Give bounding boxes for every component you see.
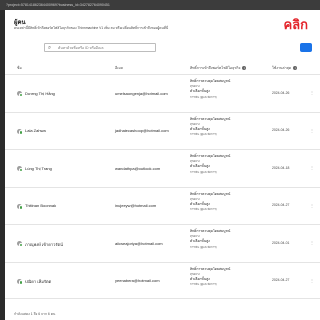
person-email: wandathpa@outlook.com xyxy=(115,165,161,171)
person-icon xyxy=(17,91,23,97)
person-name[interactable]: Lala Zahwa xyxy=(25,128,46,133)
last-active-date: 2024-04-01 xyxy=(272,240,290,245)
access-cell: สิทธิ์การควบคุมโดยสมบูรณ์ ทุกอย่าง ตัวเล… xyxy=(190,192,270,213)
footer-count: กำลังแสดง 1 ถึง 6 จาก 6 คน xyxy=(14,312,56,316)
task-detail: การเงิน (ดูและจัดการ) xyxy=(190,94,217,99)
person-icon xyxy=(17,166,23,172)
people-table: Dương Thị Hằng umelsaongenja@hotmail.com… xyxy=(5,74,320,299)
info-icon[interactable]: i xyxy=(293,66,298,71)
person-email: jadhaiecashoop@hotmail.com xyxy=(115,128,169,133)
access-cell: สิทธิ์การควบคุมโดยสมบูรณ์ ทุกอย่าง ตัวเล… xyxy=(190,117,270,138)
person-name[interactable]: Dương Thị Hằng xyxy=(25,91,55,96)
last-active-date: 2024-04-27 xyxy=(272,278,290,282)
header-last-active: ใช้งานล่าสุด i xyxy=(272,66,298,71)
more-icon[interactable]: ⋮ xyxy=(310,203,314,208)
task-detail: การเงิน (ดูและจัดการ) xyxy=(190,244,217,249)
table-row[interactable]: Lala Zahwa jadhaiecashoop@hotmail.com สิ… xyxy=(5,111,320,150)
last-active-date: 2024-04-18 xyxy=(272,165,290,170)
table-header: ชื่อ อีเมล สิทธิ์การเข้าถึงพอร์ตโฟลิโอธุ… xyxy=(5,60,320,73)
header-email: อีเมล xyxy=(115,66,123,70)
table-row[interactable]: ภาณุพงษ์ เข้าดาวรัตน์ aiicseajoriya@hotm… xyxy=(5,224,320,262)
more-icon[interactable]: ⋮ xyxy=(310,240,314,245)
task-detail: การเงิน (ดูและจัดการ) xyxy=(190,207,217,212)
search-placeholder: ค้นหาด้วยชื่อหรือ ID หรืออีเมล xyxy=(58,46,104,50)
page-subtitle: คนเหล่านี้มีสิทธิ์เข้าถึงพอร์ตโฟลิโอธุรก… xyxy=(14,26,169,30)
person-email: aiicseajoriya@hotmail.com xyxy=(115,240,163,246)
access-cell: สิทธิ์การควบคุมโดยสมบูรณ์ ทุกอย่าง ตัวเล… xyxy=(190,229,270,250)
person-icon xyxy=(17,241,23,247)
access-cell: สิทธิ์การควบคุมโดยสมบูรณ์ ทุกอย่าง ตัวเล… xyxy=(190,154,270,175)
access-cell: สิทธิ์การควบคุมโดยสมบูรณ์ ทุกอย่าง ตัวเล… xyxy=(190,267,270,288)
brand-watermark: คลิก xyxy=(283,17,308,32)
person-email: umelsaongenja@hotmail.com xyxy=(115,90,168,96)
last-active-date: 2024-04-26 xyxy=(272,128,290,132)
header-access: สิทธิ์การเข้าถึงพอร์ตโฟลิโอธุรกิจ i xyxy=(190,66,247,71)
person-email: yeenabera@hotmail.com xyxy=(115,278,160,283)
person-icon xyxy=(17,278,23,285)
last-active-date: 2024-04-27 xyxy=(272,203,290,207)
search-icon: ⌕ xyxy=(48,45,52,51)
access-cell: สิทธิ์การควบคุมโดยสมบูรณ์ ทุกอย่าง ตัวเล… xyxy=(190,79,270,100)
task-detail: การเงิน (ดูและจัดการ) xyxy=(190,132,217,137)
browser-url: ?project=578141862364400969?business_id=… xyxy=(6,3,110,7)
last-active-date: 2024-04-26 xyxy=(272,90,290,95)
search-input[interactable]: ⌕ ค้นหาด้วยชื่อหรือ ID หรืออีเมล xyxy=(44,43,156,52)
person-icon xyxy=(17,128,23,135)
person-name[interactable]: Thitinan Boonnak xyxy=(25,203,56,208)
header-name: ชื่อ xyxy=(17,66,22,70)
people-panel: ผู้คน คนเหล่านี้มีสิทธิ์เข้าถึงพอร์ตโฟลิ… xyxy=(5,10,320,320)
more-icon[interactable]: ⋮ xyxy=(310,165,314,170)
more-icon[interactable]: ⋮ xyxy=(310,90,314,95)
info-icon[interactable]: i xyxy=(242,66,247,71)
more-icon[interactable]: ⋮ xyxy=(310,128,314,133)
person-name[interactable]: ภาณุพงษ์ เข้าดาวรัตน์ xyxy=(25,241,63,248)
person-name[interactable]: ปณิดา เห็มรัตต xyxy=(25,278,51,285)
invite-button[interactable] xyxy=(300,43,312,52)
task-detail: การเงิน (ดูและจัดการ) xyxy=(190,169,217,174)
task-detail: การเงิน (ดูและจัดการ) xyxy=(190,282,217,287)
person-email: inujeeyw@hotmail.com xyxy=(115,203,157,208)
table-row[interactable]: Dương Thị Hằng umelsaongenja@hotmail.com… xyxy=(5,74,320,112)
table-row[interactable]: Thitinan Boonnak inujeeyw@hotmail.com สิ… xyxy=(5,186,320,225)
browser-address-bar[interactable]: ?project=578141862364400969?business_id=… xyxy=(0,0,320,10)
table-row[interactable]: ปณิดา เห็มรัตต yeenabera@hotmail.com สิท… xyxy=(5,261,320,299)
more-icon[interactable]: ⋮ xyxy=(310,278,314,283)
person-icon xyxy=(17,203,23,210)
person-name[interactable]: Lùng Thị Trang xyxy=(25,166,52,171)
table-row[interactable]: Lùng Thị Trang wandathpa@outlook.com สิท… xyxy=(5,149,320,187)
